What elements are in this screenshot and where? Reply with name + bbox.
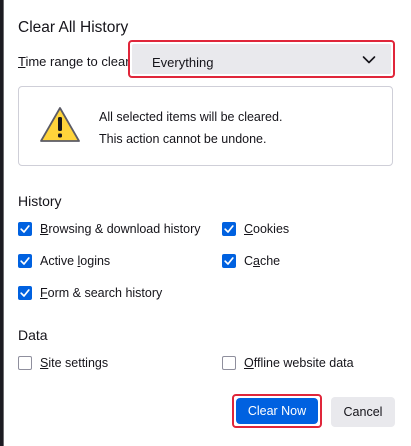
browsing-download-history-label: Browsing & download history xyxy=(40,222,201,236)
site-settings-label: Site settings xyxy=(40,356,108,370)
offline-website-data-checkbox[interactable]: Offline website data xyxy=(222,356,354,370)
label-prefix: Active xyxy=(40,254,78,268)
time-range-label: Time range to clear: xyxy=(18,54,133,69)
label-text: orm & search history xyxy=(47,286,163,300)
time-range-label-text: ime range to clear: xyxy=(25,54,134,69)
warning-box: All selected items will be cleared. This… xyxy=(18,86,393,166)
checkmark-icon xyxy=(224,225,234,233)
label-text: che xyxy=(259,254,281,268)
checkmark-icon xyxy=(20,289,30,297)
label-mnemonic: a xyxy=(253,254,260,268)
active-logins-checkbox[interactable]: Active logins xyxy=(18,254,110,268)
warning-message-line1: All selected items will be cleared. xyxy=(99,110,283,124)
label-mnemonic: C xyxy=(244,222,254,236)
checkbox-box xyxy=(222,254,236,268)
cookies-label: Cookies xyxy=(244,222,289,236)
label-text: ffline website data xyxy=(253,356,354,370)
warning-triangle-icon xyxy=(40,107,80,142)
checkbox-box xyxy=(18,356,32,370)
time-range-dropdown-field: Everything xyxy=(132,44,391,74)
checkbox-box xyxy=(18,254,32,268)
checkmark-icon xyxy=(20,257,30,265)
checkbox-box xyxy=(222,356,236,370)
label-mnemonic: O xyxy=(244,356,254,370)
cache-label: Cache xyxy=(244,254,280,268)
clear-now-focus-ring: Clear Now xyxy=(232,394,322,428)
browsing-download-history-checkbox[interactable]: Browsing & download history xyxy=(18,222,201,236)
label-mnemonic: F xyxy=(40,286,48,300)
site-settings-checkbox[interactable]: Site settings xyxy=(18,356,108,370)
label-prefix: C xyxy=(244,254,254,268)
clear-history-dialog: Clear All History Time range to clear: E… xyxy=(4,0,411,446)
checkbox-box xyxy=(18,286,32,300)
cancel-button[interactable]: Cancel xyxy=(331,397,395,427)
clear-now-button[interactable]: Clear Now xyxy=(236,398,318,424)
form-search-history-checkbox[interactable]: Form & search history xyxy=(18,286,162,300)
label-text: ogins xyxy=(80,254,111,268)
offline-website-data-label: Offline website data xyxy=(244,356,354,370)
time-range-selected-value: Everything xyxy=(152,55,214,70)
checkbox-box xyxy=(222,222,236,236)
label-text: ite settings xyxy=(48,356,109,370)
cookies-checkbox[interactable]: Cookies xyxy=(222,222,289,236)
time-range-dropdown[interactable]: Everything xyxy=(128,40,395,78)
data-section-title: Data xyxy=(18,327,48,343)
warning-message-line2: This action cannot be undone. xyxy=(99,132,267,146)
cache-checkbox[interactable]: Cache xyxy=(222,254,280,268)
checkmark-icon xyxy=(224,257,234,265)
label-text: ookies xyxy=(253,222,290,236)
checkbox-box xyxy=(18,222,32,236)
chevron-down-icon xyxy=(362,56,376,64)
history-section-title: History xyxy=(18,193,62,209)
active-logins-label: Active logins xyxy=(40,254,110,268)
checkmark-icon xyxy=(20,225,30,233)
label-text: rowsing & download history xyxy=(48,222,201,236)
form-search-history-label: Form & search history xyxy=(40,286,162,300)
dialog-title: Clear All History xyxy=(18,19,129,36)
